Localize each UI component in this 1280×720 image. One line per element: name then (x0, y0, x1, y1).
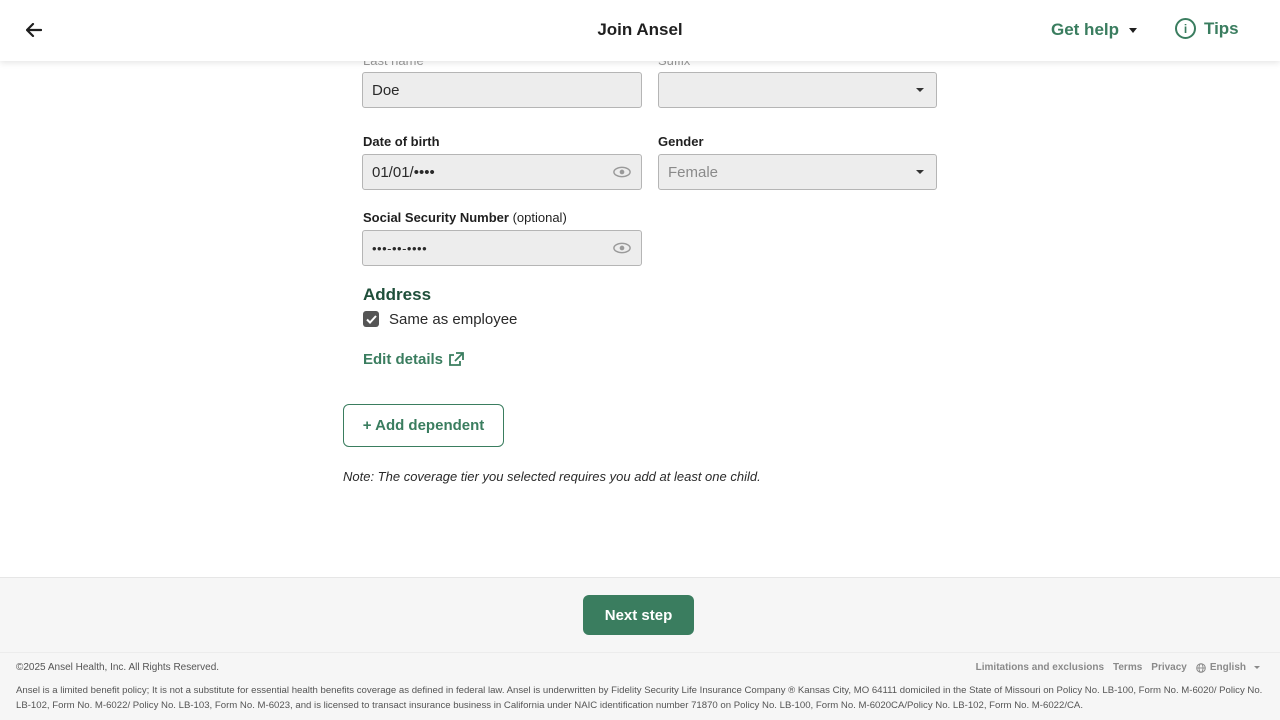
language-selector[interactable]: English (1196, 662, 1260, 673)
eye-icon[interactable] (613, 242, 631, 254)
checkmark-icon (365, 314, 377, 324)
ssn-optional-text: (optional) (512, 210, 567, 225)
date-of-birth-input[interactable]: 01/01/•••• (362, 154, 642, 190)
back-button[interactable] (20, 16, 48, 44)
next-step-button[interactable]: Next step (583, 595, 694, 635)
chevron-down-icon (1254, 666, 1260, 669)
tips-label: Tips (1204, 18, 1239, 38)
edit-details-label: Edit details (363, 351, 444, 368)
language-label: English (1209, 662, 1246, 673)
privacy-link[interactable]: Privacy (1151, 662, 1187, 673)
top-header: Join Ansel Get help i Tips (0, 0, 1280, 61)
arrow-left-icon (26, 23, 42, 37)
footer-links: Limitations and exclusions Terms Privacy… (976, 662, 1260, 673)
ssn-value: •••-••-•••• (372, 240, 428, 256)
eye-icon[interactable] (613, 166, 631, 178)
get-help-dropdown[interactable]: Get help (1051, 20, 1138, 40)
same-as-employee-checkbox[interactable] (363, 311, 379, 327)
gender-value: Female (668, 163, 719, 181)
ssn-label-text: Social Security Number (363, 210, 509, 225)
chevron-down-icon (1129, 27, 1138, 33)
limitations-link[interactable]: Limitations and exclusions (976, 662, 1104, 673)
last-name-input[interactable]: Doe (362, 72, 642, 108)
external-link-icon (449, 352, 464, 366)
info-icon: i (1175, 18, 1196, 39)
gender-select[interactable]: Female (658, 154, 937, 190)
gender-label: Gender (658, 134, 704, 149)
same-as-employee-label[interactable]: Same as employee (389, 311, 517, 328)
suffix-select[interactable] (658, 72, 937, 108)
chevron-down-icon (916, 170, 924, 174)
tips-button[interactable]: i Tips (1175, 18, 1239, 39)
date-of-birth-label: Date of birth (363, 134, 440, 149)
ssn-label: Social Security Number (optional) (363, 210, 567, 225)
legal-disclaimer: Ansel is a limited benefit policy; It is… (16, 685, 1263, 711)
address-heading: Address (363, 285, 432, 304)
coverage-note: Note: The coverage tier you selected req… (343, 469, 761, 484)
chevron-down-icon (916, 88, 924, 92)
copyright-text: ©2025 Ansel Health, Inc. All Rights Rese… (16, 662, 220, 673)
ssn-input[interactable]: •••-••-•••• (362, 230, 642, 266)
date-of-birth-value: 01/01/•••• (372, 163, 435, 181)
terms-link[interactable]: Terms (1113, 662, 1142, 673)
edit-details-link[interactable]: Edit details (363, 351, 464, 368)
get-help-label: Get help (1051, 20, 1120, 39)
globe-icon (1196, 662, 1206, 673)
add-dependent-button[interactable]: + Add dependent (343, 404, 504, 447)
